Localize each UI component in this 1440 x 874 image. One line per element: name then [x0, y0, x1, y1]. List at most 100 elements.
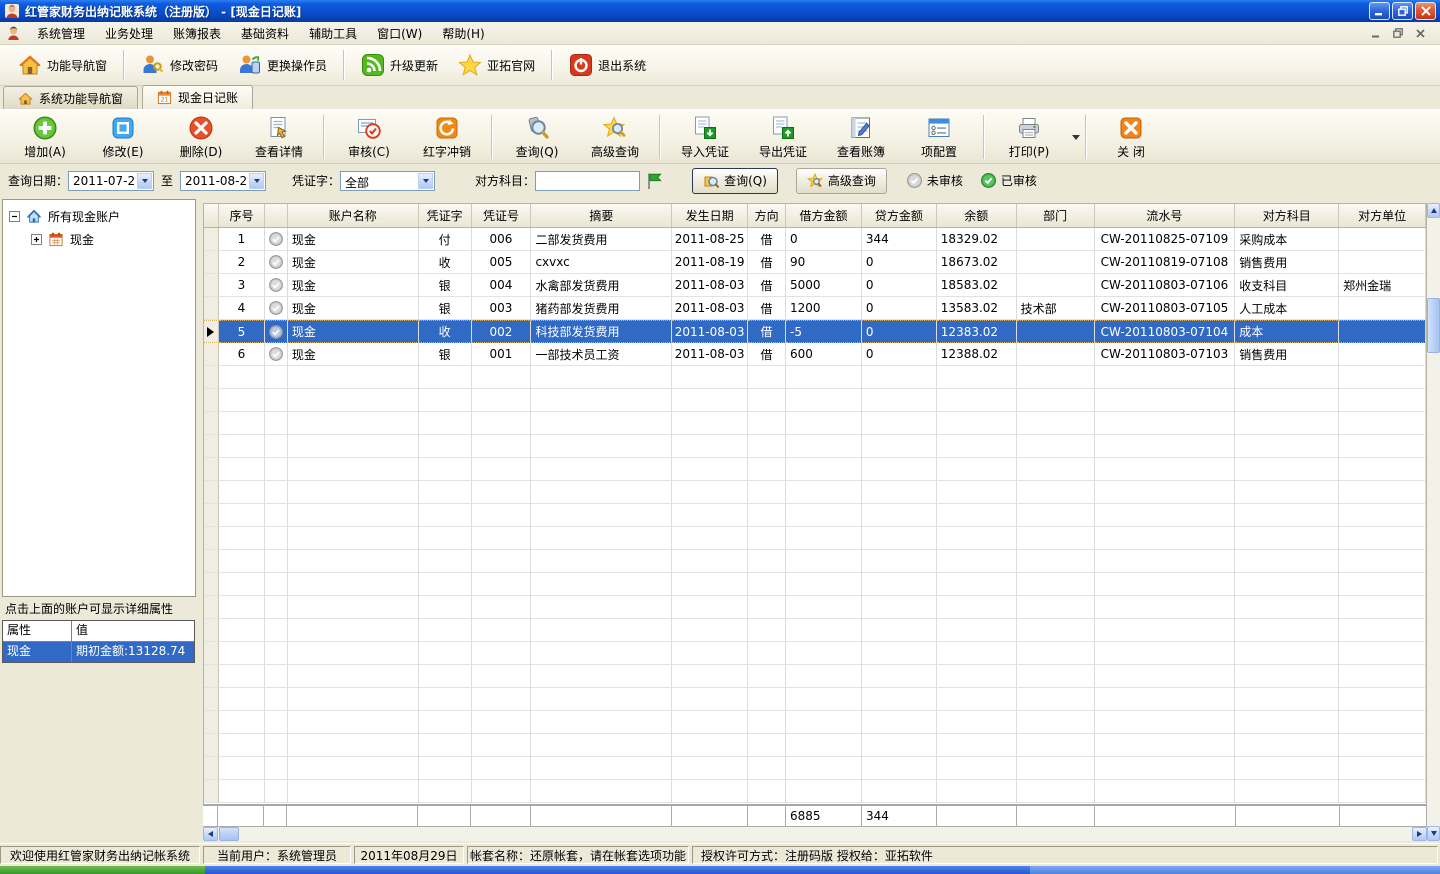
cell-date[interactable] [672, 642, 748, 665]
empty-grid-row[interactable] [204, 573, 1426, 596]
table-row[interactable]: 3现金银004水禽部发货费用2011-08-03借5000018583.02CW… [204, 274, 1426, 297]
cell-dir[interactable] [748, 389, 786, 412]
cell-account[interactable] [288, 619, 419, 642]
cell-opp_subject[interactable] [1235, 412, 1339, 435]
cell-dir[interactable]: 借 [748, 274, 786, 297]
cell-opp_unit[interactable] [1339, 711, 1426, 734]
cell-dir[interactable] [748, 757, 786, 780]
cell-summary[interactable] [531, 688, 672, 711]
switch-operator-button[interactable]: 更换操作员 [228, 48, 337, 82]
horizontal-scrollbar[interactable] [203, 827, 1427, 841]
empty-grid-row[interactable] [204, 711, 1426, 734]
cell-serial[interactable]: CW-20110803-07103 [1095, 343, 1236, 366]
cell-check[interactable] [265, 596, 288, 619]
table-row[interactable]: 1现金付006二部发货费用2011-08-25借034418329.02CW-2… [204, 228, 1426, 251]
horizontal-scroll-thumb[interactable] [219, 827, 239, 841]
cell-check[interactable] [265, 435, 288, 458]
cell-no[interactable] [472, 711, 532, 734]
cell-check[interactable] [265, 688, 288, 711]
cell-word[interactable] [419, 734, 472, 757]
change-password-button[interactable]: 修改密码 [131, 48, 228, 82]
row-indicator-cell[interactable] [204, 596, 219, 619]
cell-opp_unit[interactable] [1339, 619, 1426, 642]
cell-word[interactable]: 收 [419, 320, 472, 343]
cell-debit[interactable] [786, 642, 862, 665]
cell-balance[interactable] [937, 757, 1017, 780]
column-header-serial[interactable]: 流水号 [1095, 204, 1236, 227]
empty-grid-row[interactable] [204, 527, 1426, 550]
cell-credit[interactable] [862, 550, 937, 573]
cell-dir[interactable]: 借 [748, 228, 786, 251]
cell-word[interactable] [419, 527, 472, 550]
cell-credit[interactable] [862, 481, 937, 504]
cell-opp_subject[interactable]: 销售费用 [1235, 251, 1339, 274]
cell-summary[interactable] [531, 458, 672, 481]
cell-seq[interactable] [219, 757, 265, 780]
scroll-right-button[interactable] [1412, 827, 1427, 841]
cell-account[interactable]: 现金 [288, 251, 419, 274]
empty-grid-row[interactable] [204, 504, 1426, 527]
chevron-down-icon[interactable] [137, 173, 152, 189]
cell-account[interactable] [288, 366, 419, 389]
cell-opp_subject[interactable]: 收支科目 [1235, 274, 1339, 297]
cell-seq[interactable] [219, 711, 265, 734]
export-voucher-button[interactable]: 导出凭证 [744, 110, 822, 164]
cell-summary[interactable] [531, 504, 672, 527]
cell-date[interactable] [672, 734, 748, 757]
query-button[interactable]: 查询(Q) [498, 110, 576, 164]
cell-opp_subject[interactable] [1235, 366, 1339, 389]
cell-opp_subject[interactable] [1235, 734, 1339, 757]
cell-dept[interactable] [1017, 320, 1095, 343]
cell-credit[interactable] [862, 757, 937, 780]
cell-date[interactable] [672, 527, 748, 550]
cell-dir[interactable] [748, 596, 786, 619]
cell-dir[interactable] [748, 550, 786, 573]
cell-word[interactable]: 银 [419, 274, 472, 297]
row-indicator-cell[interactable] [204, 619, 219, 642]
cell-dept[interactable] [1017, 251, 1095, 274]
cell-opp_unit[interactable] [1339, 343, 1426, 366]
cell-serial[interactable] [1095, 412, 1236, 435]
cell-word[interactable] [419, 481, 472, 504]
menu-item-window[interactable]: 窗口(W) [367, 23, 432, 44]
cell-seq[interactable] [219, 596, 265, 619]
cell-no[interactable] [472, 619, 532, 642]
cell-opp_unit[interactable] [1339, 780, 1426, 803]
tree-cash-item[interactable]: 现金 [31, 231, 195, 248]
empty-grid-row[interactable] [204, 642, 1426, 665]
expand-box-icon[interactable] [31, 234, 42, 245]
cell-opp_unit[interactable] [1339, 642, 1426, 665]
cell-balance[interactable] [937, 550, 1017, 573]
voucher-type-combo[interactable]: 全部 [340, 171, 435, 191]
cell-summary[interactable] [531, 780, 672, 803]
cell-word[interactable] [419, 596, 472, 619]
cell-opp_unit[interactable] [1339, 297, 1426, 320]
add-button[interactable]: 增加(A) [6, 110, 84, 164]
cell-dir[interactable] [748, 504, 786, 527]
cell-no[interactable] [472, 366, 532, 389]
cell-balance[interactable] [937, 481, 1017, 504]
minimize-button[interactable] [1369, 2, 1390, 20]
cell-dept[interactable] [1017, 366, 1095, 389]
cell-account[interactable] [288, 389, 419, 412]
cell-check[interactable] [265, 665, 288, 688]
cell-serial[interactable] [1095, 458, 1236, 481]
cell-summary[interactable]: 科技部发货费用 [531, 320, 672, 343]
cell-serial[interactable] [1095, 573, 1236, 596]
cell-serial[interactable] [1095, 504, 1236, 527]
cell-seq[interactable]: 1 [219, 228, 265, 251]
query-submit-button[interactable]: 查询(Q) [692, 168, 778, 194]
cell-opp_unit[interactable] [1339, 665, 1426, 688]
cell-no[interactable]: 002 [472, 320, 532, 343]
cell-dept[interactable] [1017, 412, 1095, 435]
cell-balance[interactable] [937, 527, 1017, 550]
cell-dir[interactable]: 借 [748, 251, 786, 274]
cell-check[interactable] [265, 320, 288, 343]
cell-opp_unit[interactable] [1339, 435, 1426, 458]
cell-serial[interactable]: CW-20110803-07105 [1095, 297, 1236, 320]
cell-debit[interactable] [786, 527, 862, 550]
cell-opp_unit[interactable] [1339, 734, 1426, 757]
cell-dept[interactable] [1017, 550, 1095, 573]
row-indicator-cell[interactable] [204, 343, 219, 366]
empty-grid-row[interactable] [204, 435, 1426, 458]
